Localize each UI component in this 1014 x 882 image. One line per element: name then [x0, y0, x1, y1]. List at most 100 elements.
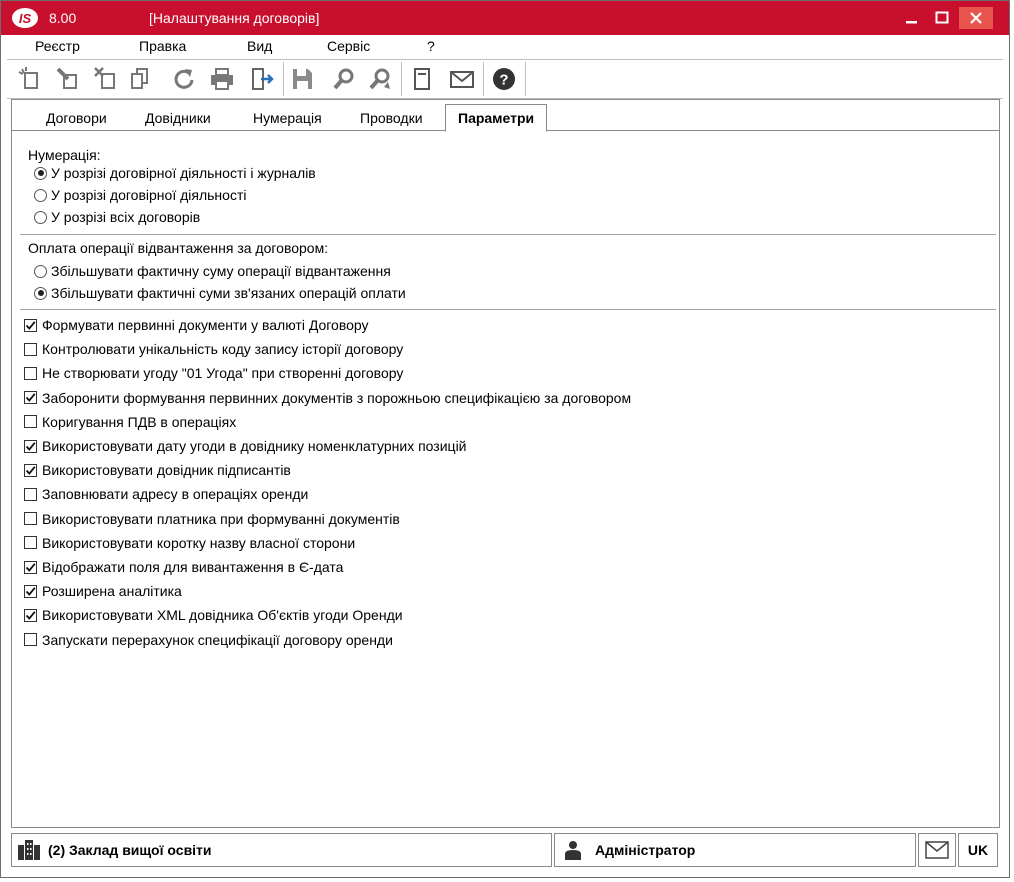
minimize-button[interactable]: [897, 7, 927, 29]
option-checkbox-row[interactable]: Використовувати дату угоди в довіднику н…: [24, 438, 467, 454]
radio-dot: [37, 290, 44, 296]
option-checkbox-row[interactable]: Коригування ПДВ в операціях: [24, 414, 236, 430]
organization-name: (2) Заклад вищої освіти: [48, 842, 212, 858]
status-mail[interactable]: [918, 833, 956, 867]
save-button[interactable]: [287, 63, 317, 95]
menu-view[interactable]: Вид: [247, 38, 272, 54]
radio-button[interactable]: [34, 210, 47, 224]
numbering-option[interactable]: У розрізі всіх договорів: [34, 209, 200, 225]
tab-postings[interactable]: Проводки: [360, 110, 423, 126]
radio-button[interactable]: [34, 166, 47, 180]
checkbox-label: Відображати поля для вивантаження в Є-да…: [42, 559, 344, 575]
numbering-option[interactable]: У розрізі договірної діяльності: [34, 187, 246, 203]
find-next-button[interactable]: [365, 63, 395, 95]
checkbox[interactable]: [24, 366, 37, 380]
help-button[interactable]: ?: [489, 63, 519, 95]
checkbox[interactable]: [24, 633, 37, 647]
option-checkbox-row[interactable]: Не створювати угоду "01 Угода" при створ…: [24, 365, 403, 381]
menu-registry[interactable]: Реєстр: [35, 38, 80, 54]
option-checkbox-row[interactable]: Формувати первинні документи у валюті До…: [24, 317, 369, 333]
option-checkbox-row[interactable]: Використовувати XML довідника Об'єктів у…: [24, 607, 403, 623]
help-icon: ?: [493, 68, 515, 90]
exit-icon: [252, 68, 274, 90]
copy-doc-button[interactable]: [125, 63, 155, 95]
close-button[interactable]: [959, 7, 993, 29]
status-language[interactable]: UK: [958, 833, 998, 867]
option-checkbox-row[interactable]: Контролювати унікальність коду запису іс…: [24, 341, 403, 357]
tab-parameters[interactable]: Параметри: [445, 104, 548, 132]
checkbox[interactable]: [24, 318, 37, 332]
radio-button[interactable]: [34, 188, 47, 202]
user-name: Адміністратор: [595, 842, 696, 858]
status-user[interactable]: Адміністратор: [554, 833, 916, 867]
payment-option-label: Збільшувати фактичну суму операції відва…: [51, 263, 391, 279]
notebook-button[interactable]: [407, 63, 437, 95]
option-checkbox-row[interactable]: Розширена аналітика: [24, 583, 182, 599]
checkbox[interactable]: [24, 608, 37, 622]
checkbox[interactable]: [24, 342, 37, 356]
find-icon: [333, 68, 354, 90]
option-checkbox-row[interactable]: Заборонити формування первинних документ…: [24, 390, 631, 406]
mail-button[interactable]: [447, 63, 477, 95]
checkbox[interactable]: [24, 487, 37, 501]
option-checkbox-row[interactable]: Використовувати платника при формуванні …: [24, 511, 400, 527]
checkbox[interactable]: [24, 536, 37, 550]
status-organization[interactable]: (2) Заклад вищої освіти: [11, 833, 552, 867]
svg-text:?: ?: [499, 72, 508, 89]
checkbox-label: Запускати перерахунок специфікації догов…: [42, 631, 393, 648]
title-bar: IS 8.00 [Налаштування договорів]: [1, 1, 1009, 35]
exit-button[interactable]: [247, 63, 277, 95]
checkbox-label: Використовувати дату угоди в довіднику н…: [42, 438, 467, 454]
checkbox[interactable]: [24, 391, 37, 405]
menu-service[interactable]: Сервіс: [327, 38, 370, 54]
checkmark-icon: [25, 320, 36, 330]
checkbox[interactable]: [24, 512, 37, 526]
payment-option[interactable]: Збільшувати фактичну суму операції відва…: [34, 263, 391, 279]
maximize-button[interactable]: [927, 7, 957, 29]
option-checkbox-row[interactable]: Заповнювати адресу в операціях оренди: [24, 486, 308, 502]
checkmark-icon: [25, 611, 36, 620]
menu-help[interactable]: ?: [427, 38, 435, 54]
tab-directories[interactable]: Довідники: [145, 110, 211, 126]
checkbox-label: Контролювати унікальність коду запису іс…: [42, 341, 404, 358]
numbering-option-label: У розрізі всіх договорів: [51, 209, 201, 225]
close-icon: [970, 12, 982, 24]
checkbox-label: Використовувати платника при формуванні …: [42, 510, 400, 527]
menu-edit[interactable]: Правка: [139, 38, 186, 54]
tab-numbering[interactable]: Нумерація: [253, 110, 322, 126]
status-bar: (2) Заклад вищої освіти Адміністратор UK: [11, 833, 1000, 867]
option-checkbox-row[interactable]: Відображати поля для вивантаження в Є-да…: [24, 559, 343, 575]
radio-button[interactable]: [34, 286, 47, 300]
checkbox[interactable]: [24, 584, 37, 598]
window-title: [Налаштування договорів]: [149, 10, 320, 26]
radio-button[interactable]: [34, 264, 47, 278]
edit-doc-button[interactable]: [53, 63, 83, 95]
find-next-icon: [369, 68, 390, 90]
option-checkbox-row[interactable]: Запускати перерахунок специфікації догов…: [24, 632, 393, 648]
new-doc-button[interactable]: [15, 63, 45, 95]
toolbar-separator: [401, 62, 402, 96]
settings-panel: Договори Довідники Нумерація Проводки Па…: [11, 99, 1000, 828]
numbering-option-label: У розрізі договірної діяльності і журнал…: [51, 165, 316, 181]
checkbox[interactable]: [24, 439, 37, 453]
checkmark-icon: [25, 562, 36, 572]
delete-doc-button[interactable]: [91, 63, 121, 95]
print-button[interactable]: [207, 63, 237, 95]
toolbar-separator: [525, 62, 526, 96]
delete-doc-icon: [94, 67, 115, 89]
payment-option[interactable]: Збільшувати фактичні суми зв'язаних опер…: [34, 285, 406, 301]
option-checkbox-row[interactable]: Використовувати коротку назву власної ст…: [24, 535, 355, 551]
refresh-button[interactable]: [169, 63, 199, 95]
numbering-option[interactable]: У розрізі договірної діяльності і журнал…: [34, 165, 316, 181]
checkbox[interactable]: [24, 415, 37, 429]
checkbox[interactable]: [24, 560, 37, 574]
option-checkbox-row[interactable]: Використовувати довідник підписантів: [24, 462, 291, 478]
tab-contracts[interactable]: Договори: [46, 110, 107, 126]
find-button[interactable]: [329, 63, 359, 95]
checkmark-icon: [25, 441, 36, 451]
checkbox-label: Розширена аналітика: [42, 583, 182, 600]
checkbox[interactable]: [24, 463, 37, 477]
toolbar-separator: [483, 62, 484, 96]
radio-dot: [37, 170, 44, 176]
app-version: 8.00: [49, 10, 77, 26]
